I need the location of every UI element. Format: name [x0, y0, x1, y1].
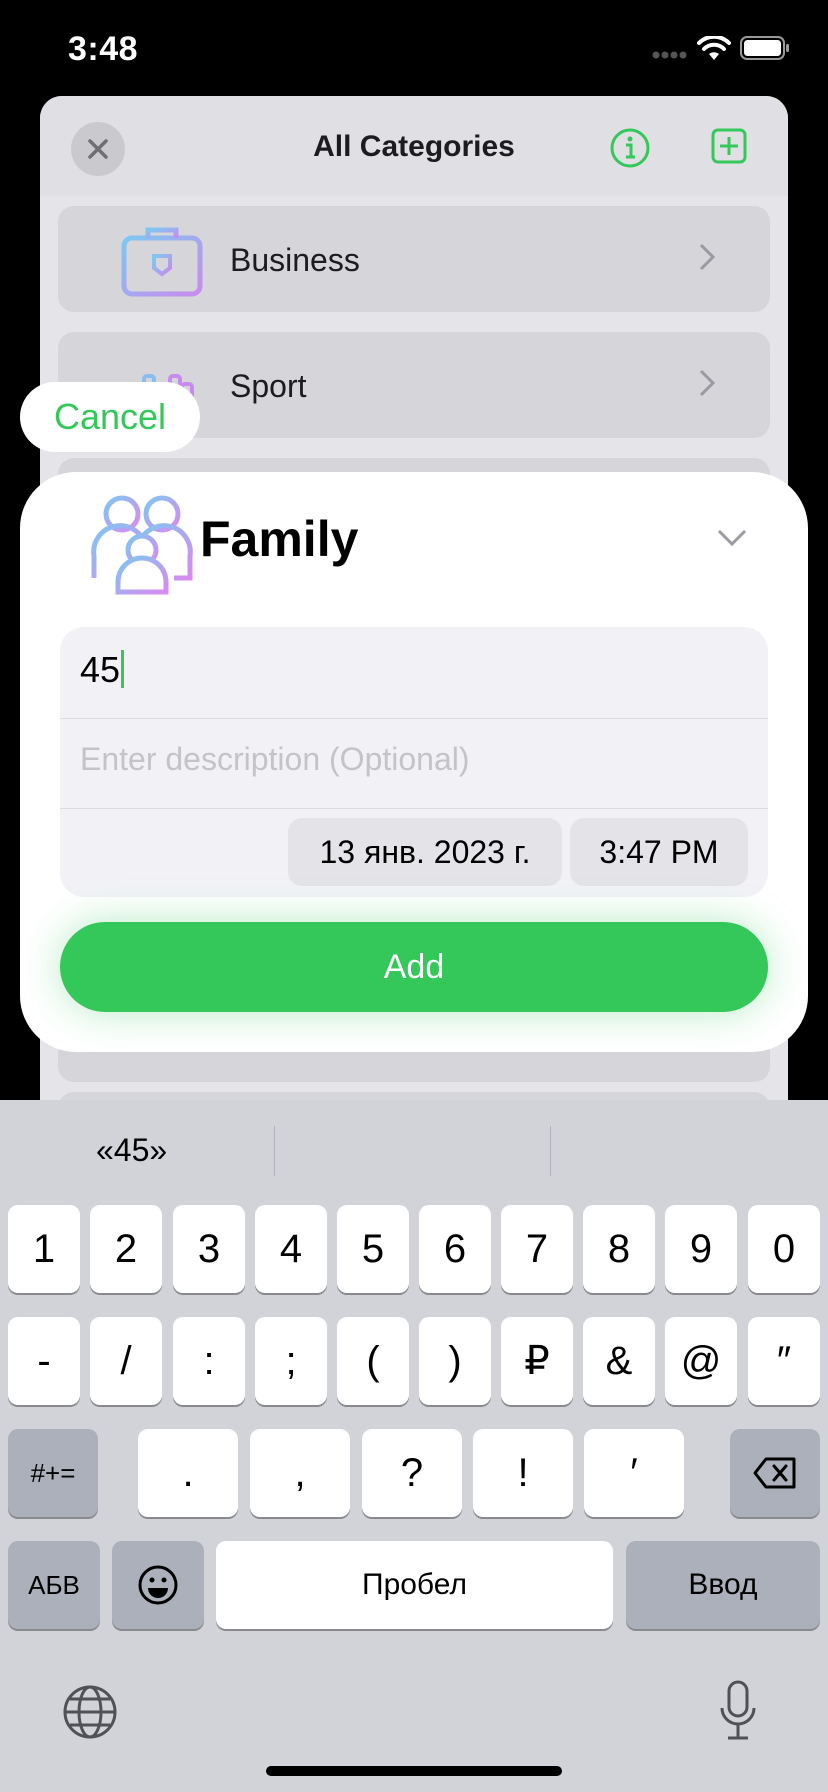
key-comma[interactable]: ,	[250, 1429, 350, 1517]
delete-key[interactable]	[730, 1429, 820, 1517]
key-3[interactable]: 3	[173, 1205, 245, 1293]
category-title[interactable]: Family	[200, 510, 358, 568]
key-close-paren[interactable]: )	[419, 1317, 491, 1405]
status-time: 3:48	[68, 30, 139, 68]
key-4[interactable]: 4	[255, 1205, 327, 1293]
key-alphabet-toggle[interactable]: АБВ	[8, 1541, 100, 1629]
add-expense-card: Family 45 Enter description (Optional) 1…	[20, 472, 808, 1052]
key-quote[interactable]: ″	[748, 1317, 820, 1405]
chevron-right-icon	[699, 369, 716, 397]
wifi-icon	[697, 36, 731, 60]
key-8[interactable]: 8	[583, 1205, 655, 1293]
key-period[interactable]: .	[138, 1429, 238, 1517]
emoji-icon	[138, 1565, 178, 1605]
key-open-paren[interactable]: (	[337, 1317, 409, 1405]
chevron-down-icon[interactable]	[716, 528, 748, 548]
sheet-header: All Categories	[40, 96, 788, 196]
key-0[interactable]: 0	[748, 1205, 820, 1293]
key-6[interactable]: 6	[419, 1205, 491, 1293]
suggestion-divider	[274, 1126, 275, 1176]
backspace-icon	[753, 1457, 796, 1489]
suggestion-divider	[550, 1126, 551, 1176]
key-question[interactable]: ?	[362, 1429, 462, 1517]
keyboard: «45» 1 2 3 4 5 6 7 8 9 0 - / : ; ( ) ₽ &…	[0, 1100, 828, 1792]
key-1[interactable]: 1	[8, 1205, 80, 1293]
key-2[interactable]: 2	[90, 1205, 162, 1293]
cellular-signal-icon	[652, 51, 687, 59]
time-picker[interactable]: 3:47 PM	[570, 818, 748, 886]
divider	[60, 808, 768, 809]
add-category-icon[interactable]	[711, 128, 747, 164]
category-row-business[interactable]: Business	[58, 206, 770, 312]
info-icon[interactable]	[610, 128, 650, 168]
space-key[interactable]: Пробел	[216, 1541, 613, 1629]
key-ampersand[interactable]: &	[583, 1317, 655, 1405]
suggestion-bar: «45»	[0, 1100, 828, 1200]
key-apostrophe[interactable]: ′	[584, 1429, 684, 1517]
text-caret	[121, 650, 125, 688]
battery-icon	[740, 36, 789, 60]
briefcase-icon	[121, 227, 203, 297]
suggestion-item[interactable]: «45»	[96, 1132, 167, 1169]
key-symbols-toggle[interactable]: #+=	[8, 1429, 98, 1517]
chevron-right-icon	[699, 243, 716, 271]
key-hyphen[interactable]: -	[8, 1317, 80, 1405]
microphone-icon[interactable]	[718, 1680, 758, 1742]
sheet-title: All Categories	[313, 130, 515, 163]
cancel-button[interactable]: Cancel	[20, 382, 200, 452]
category-label: Sport	[230, 368, 307, 404]
family-icon	[91, 495, 193, 595]
description-field[interactable]: Enter description (Optional)	[80, 741, 470, 778]
status-bar: 3:48	[0, 0, 828, 100]
key-5[interactable]: 5	[337, 1205, 409, 1293]
category-label: Business	[230, 242, 360, 278]
key-ruble[interactable]: ₽	[501, 1317, 573, 1405]
key-semicolon[interactable]: ;	[255, 1317, 327, 1405]
globe-icon[interactable]	[62, 1684, 118, 1740]
emoji-key[interactable]	[112, 1541, 204, 1629]
key-slash[interactable]: /	[90, 1317, 162, 1405]
home-indicator	[266, 1766, 562, 1776]
amount-value: 45	[80, 649, 121, 690]
key-9[interactable]: 9	[665, 1205, 737, 1293]
key-colon[interactable]: :	[173, 1317, 245, 1405]
key-7[interactable]: 7	[501, 1205, 573, 1293]
date-picker[interactable]: 13 янв. 2023 г.	[288, 818, 562, 886]
amount-field[interactable]: 45	[80, 649, 125, 691]
entry-form: 45 Enter description (Optional) 13 янв. …	[60, 627, 768, 897]
return-key[interactable]: Ввод	[626, 1541, 820, 1629]
key-at[interactable]: @	[665, 1317, 737, 1405]
add-button[interactable]: Add	[60, 922, 768, 1012]
key-exclamation[interactable]: !	[473, 1429, 573, 1517]
divider	[60, 718, 768, 719]
